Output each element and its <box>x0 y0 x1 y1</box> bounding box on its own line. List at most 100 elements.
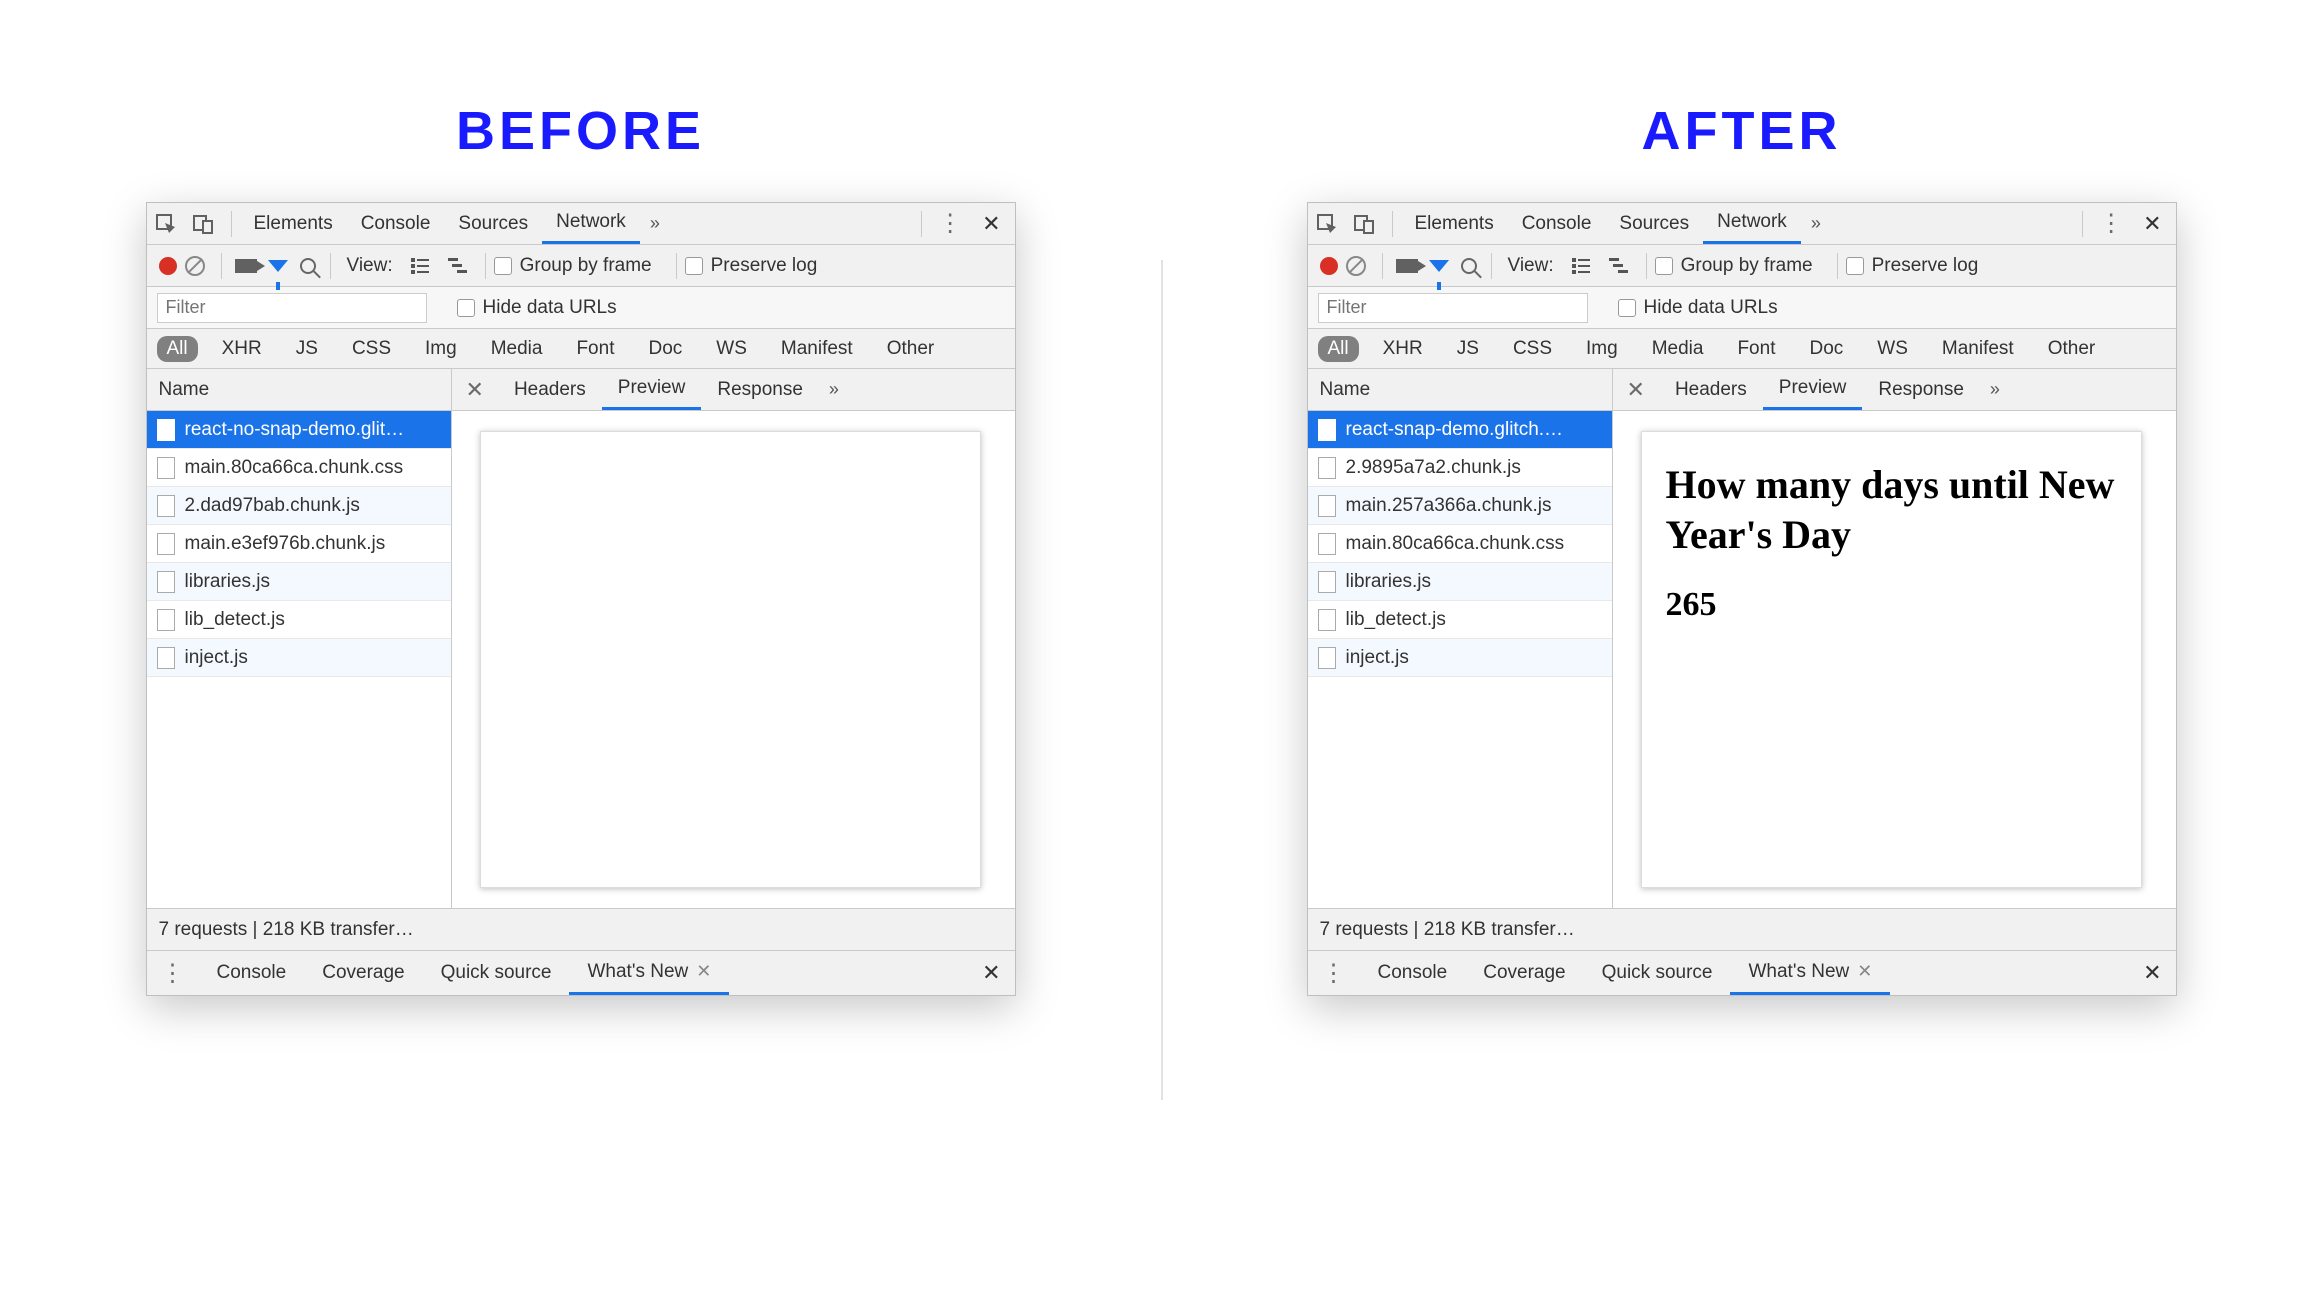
type-pill-other[interactable]: Other <box>2038 336 2106 362</box>
request-row[interactable]: lib_detect.js <box>147 601 451 639</box>
close-devtools-icon[interactable]: ✕ <box>968 211 1014 237</box>
waterfall-icon[interactable] <box>1605 252 1633 280</box>
tab-network[interactable]: Network <box>542 203 640 244</box>
detail-tab-headers[interactable]: Headers <box>1659 369 1763 410</box>
request-row[interactable]: main.257a366a.chunk.js <box>1308 487 1612 525</box>
type-pill-font[interactable]: Font <box>1727 336 1785 362</box>
clear-icon[interactable] <box>1346 256 1366 276</box>
hide-data-urls-checkbox[interactable] <box>457 299 475 317</box>
tab-network[interactable]: Network <box>1703 203 1801 244</box>
detail-tab-response[interactable]: Response <box>1862 369 1980 410</box>
tab-elements[interactable]: Elements <box>1401 203 1508 244</box>
type-pill-css[interactable]: CSS <box>342 336 401 362</box>
type-pill-doc[interactable]: Doc <box>638 336 692 362</box>
request-row[interactable]: react-no-snap-demo.glit… <box>147 411 451 449</box>
request-row[interactable]: main.80ca66ca.chunk.css <box>147 449 451 487</box>
type-pill-ws[interactable]: WS <box>706 336 757 362</box>
close-detail-icon[interactable]: ✕ <box>1613 377 1659 403</box>
type-pill-js[interactable]: JS <box>1447 336 1489 362</box>
type-pill-img[interactable]: Img <box>415 336 467 362</box>
request-row[interactable]: main.80ca66ca.chunk.css <box>1308 525 1612 563</box>
preserve-log-checkbox[interactable] <box>1846 257 1864 275</box>
tab-sources[interactable]: Sources <box>444 203 542 244</box>
more-detail-tabs-icon[interactable]: » <box>1980 379 2010 400</box>
screenshot-icon[interactable] <box>235 259 257 273</box>
tab-elements[interactable]: Elements <box>240 203 347 244</box>
large-rows-icon[interactable] <box>406 252 434 280</box>
request-row[interactable]: main.e3ef976b.chunk.js <box>147 525 451 563</box>
type-pill-xhr[interactable]: XHR <box>1373 336 1433 362</box>
more-tabs-icon[interactable]: » <box>640 213 670 234</box>
filter-toggle-icon[interactable] <box>268 260 288 272</box>
column-header-name[interactable]: Name <box>1308 369 1612 411</box>
type-pill-all[interactable]: All <box>1318 336 1359 362</box>
drawer-tab-console[interactable]: Console <box>1360 951 1466 995</box>
type-pill-manifest[interactable]: Manifest <box>1932 336 2024 362</box>
clear-icon[interactable] <box>185 256 205 276</box>
drawer-tab-coverage[interactable]: Coverage <box>304 951 422 995</box>
request-row[interactable]: react-snap-demo.glitch.… <box>1308 411 1612 449</box>
type-pill-doc[interactable]: Doc <box>1799 336 1853 362</box>
more-detail-tabs-icon[interactable]: » <box>819 379 849 400</box>
detail-tab-preview[interactable]: Preview <box>1763 369 1863 410</box>
drawer-tab-coverage[interactable]: Coverage <box>1465 951 1583 995</box>
device-toggle-icon[interactable] <box>190 210 218 238</box>
close-drawer-icon[interactable]: ✕ <box>968 960 1014 986</box>
close-devtools-icon[interactable]: ✕ <box>2129 211 2175 237</box>
type-pill-xhr[interactable]: XHR <box>212 336 272 362</box>
request-row[interactable]: 2.dad97bab.chunk.js <box>147 487 451 525</box>
request-row[interactable]: inject.js <box>147 639 451 677</box>
inspect-icon[interactable] <box>152 210 180 238</box>
drawer-tab-whats-new[interactable]: What's New✕ <box>569 951 729 995</box>
filter-input[interactable] <box>1318 293 1588 323</box>
filter-toggle-icon[interactable] <box>1429 260 1449 272</box>
request-row[interactable]: inject.js <box>1308 639 1612 677</box>
preserve-log-checkbox[interactable] <box>685 257 703 275</box>
device-toggle-icon[interactable] <box>1351 210 1379 238</box>
close-detail-icon[interactable]: ✕ <box>452 377 498 403</box>
search-icon[interactable] <box>1461 258 1477 274</box>
inspect-icon[interactable] <box>1313 210 1341 238</box>
type-pill-other[interactable]: Other <box>877 336 945 362</box>
search-icon[interactable] <box>300 258 316 274</box>
detail-tab-headers[interactable]: Headers <box>498 369 602 410</box>
detail-tab-preview[interactable]: Preview <box>602 369 702 410</box>
request-row[interactable]: libraries.js <box>147 563 451 601</box>
screenshot-icon[interactable] <box>1396 259 1418 273</box>
tab-console[interactable]: Console <box>1508 203 1606 244</box>
close-tab-icon[interactable]: ✕ <box>1857 961 1872 982</box>
type-pill-js[interactable]: JS <box>286 336 328 362</box>
drawer-tab-quick-source[interactable]: Quick source <box>423 951 570 995</box>
type-pill-media[interactable]: Media <box>481 336 553 362</box>
type-pill-css[interactable]: CSS <box>1503 336 1562 362</box>
close-tab-icon[interactable]: ✕ <box>696 961 711 982</box>
drawer-tab-whats-new[interactable]: What's New✕ <box>1730 951 1890 995</box>
kebab-menu-icon[interactable]: ⋮ <box>930 209 968 238</box>
type-pill-img[interactable]: Img <box>1576 336 1628 362</box>
group-by-frame-checkbox[interactable] <box>494 257 512 275</box>
large-rows-icon[interactable] <box>1567 252 1595 280</box>
type-pill-media[interactable]: Media <box>1642 336 1714 362</box>
drawer-menu-icon[interactable]: ⋮ <box>1308 959 1360 988</box>
record-icon[interactable] <box>159 257 177 275</box>
tab-sources[interactable]: Sources <box>1605 203 1703 244</box>
request-row[interactable]: 2.9895a7a2.chunk.js <box>1308 449 1612 487</box>
request-row[interactable]: lib_detect.js <box>1308 601 1612 639</box>
request-row[interactable]: libraries.js <box>1308 563 1612 601</box>
filter-input[interactable] <box>157 293 427 323</box>
hide-data-urls-checkbox[interactable] <box>1618 299 1636 317</box>
type-pill-manifest[interactable]: Manifest <box>771 336 863 362</box>
column-header-name[interactable]: Name <box>147 369 451 411</box>
waterfall-icon[interactable] <box>444 252 472 280</box>
type-pill-font[interactable]: Font <box>566 336 624 362</box>
group-by-frame-checkbox[interactable] <box>1655 257 1673 275</box>
type-pill-all[interactable]: All <box>157 336 198 362</box>
detail-tab-response[interactable]: Response <box>701 369 819 410</box>
kebab-menu-icon[interactable]: ⋮ <box>2091 209 2129 238</box>
drawer-menu-icon[interactable]: ⋮ <box>147 959 199 988</box>
close-drawer-icon[interactable]: ✕ <box>2129 960 2175 986</box>
record-icon[interactable] <box>1320 257 1338 275</box>
drawer-tab-console[interactable]: Console <box>199 951 305 995</box>
type-pill-ws[interactable]: WS <box>1867 336 1918 362</box>
drawer-tab-quick-source[interactable]: Quick source <box>1584 951 1731 995</box>
